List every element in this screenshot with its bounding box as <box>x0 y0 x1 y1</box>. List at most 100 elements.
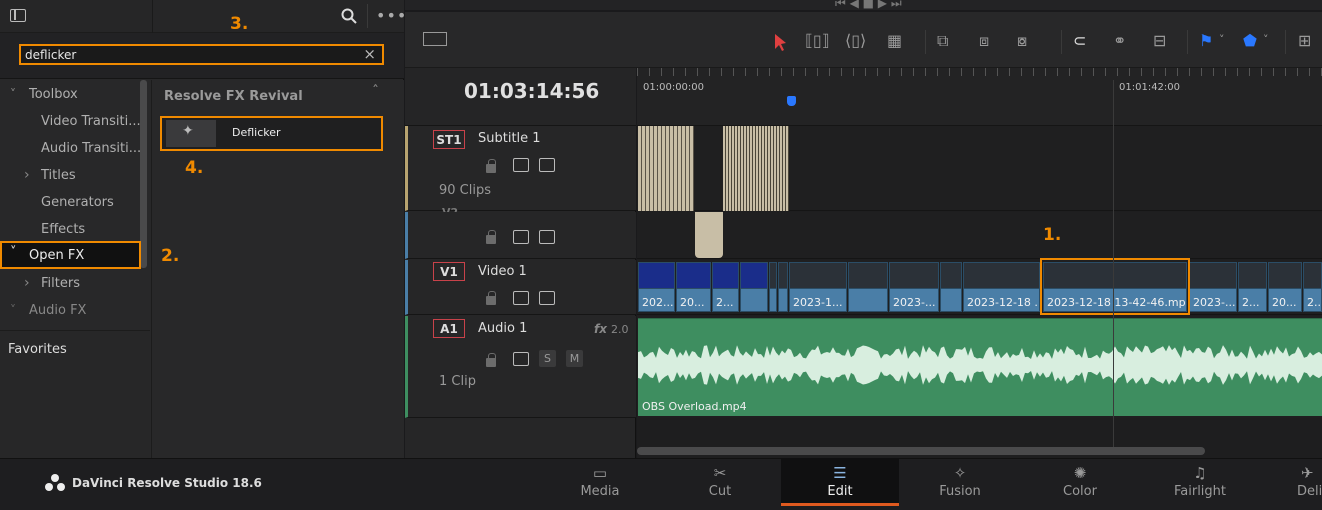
audio-fx-icon[interactable]: fx <box>594 322 607 336</box>
video-clip[interactable]: 2023-... <box>889 262 939 312</box>
video-clip[interactable]: 2023-12-18 ... <box>963 262 1040 312</box>
trim-edit-icon[interactable]: ⟦▯⟧ <box>805 31 830 50</box>
auto-track-select-icon[interactable] <box>513 352 529 366</box>
video-2-clip[interactable] <box>695 212 723 258</box>
transport-controls-icon[interactable]: ⏮ ◀ ■ ▶ ⏭ <box>835 0 902 11</box>
cut-page-icon: ✂ <box>713 464 727 482</box>
step-2-annotation: 2. <box>161 246 180 266</box>
video-clip[interactable]: 202... <box>638 262 675 312</box>
tree-item-titles[interactable]: › Titles <box>0 162 150 188</box>
edit-page-icon: ☰ <box>833 464 847 482</box>
video-clip[interactable]: 2... <box>712 262 739 312</box>
more-options-icon[interactable]: ••• <box>376 6 407 25</box>
chevron-down-icon: ˅ <box>10 87 16 101</box>
video-clip[interactable]: 2... <box>1303 262 1322 312</box>
audio-clip-label: OBS Overload.mp4 <box>642 400 747 413</box>
tree-item-open-fx[interactable]: ˅ Open FX <box>0 241 141 269</box>
fairlight-page-icon: ♫ <box>1193 464 1207 482</box>
lock-icon[interactable] <box>486 353 496 367</box>
track-badge[interactable]: ST1 <box>433 130 465 149</box>
video-clip[interactable] <box>778 262 788 312</box>
linked-selection-icon[interactable]: ⚭ <box>1113 31 1126 50</box>
insert-clip-icon[interactable]: ⧉ <box>937 31 948 51</box>
deflicker-effect-item[interactable]: ✦ Deflicker <box>160 116 383 151</box>
tree-item-filters[interactable]: › Filters <box>0 270 150 296</box>
overwrite-clip-icon[interactable]: ⧈ <box>979 31 989 51</box>
blade-edit-icon[interactable]: ▦ <box>887 31 902 50</box>
chevron-down-icon: ˅ <box>10 303 16 317</box>
timeline-ruler[interactable]: 01:00:00:00 01:01:42:00 <box>637 68 1322 126</box>
page-tab-media[interactable]: ▭ Media <box>541 458 659 506</box>
panel-toggle-icon[interactable] <box>10 9 26 22</box>
position-lock-icon[interactable]: ⊟ <box>1153 31 1166 50</box>
track-name[interactable]: Video 1 <box>478 264 527 279</box>
page-tab-deliver[interactable]: ✈ Deli <box>1261 458 1322 506</box>
lock-icon[interactable] <box>486 291 496 305</box>
timeline-gridline <box>1113 80 1114 450</box>
timeline-timecode[interactable]: 01:03:14:56 <box>464 79 599 103</box>
mute-button[interactable]: M <box>566 350 583 367</box>
track-name[interactable]: Subtitle 1 <box>478 131 541 146</box>
video-2-track-header: V2 <box>405 206 636 259</box>
page-tab-cut[interactable]: ✂ Cut <box>661 458 779 506</box>
subtitle-captions-icon[interactable] <box>539 158 555 172</box>
snapping-icon[interactable]: ⊂ <box>1073 31 1086 50</box>
video-clip[interactable]: 2023-... <box>1189 262 1237 312</box>
page-tab-fairlight[interactable]: ♫ Fairlight <box>1141 458 1259 506</box>
auto-track-select-icon[interactable] <box>513 230 529 244</box>
chevron-up-icon[interactable]: ˆ <box>372 84 379 100</box>
track-name[interactable]: Audio 1 <box>478 321 527 336</box>
step-1-annotation: 1. <box>1043 225 1062 245</box>
flag-dropdown-icon[interactable]: ˅ <box>1219 33 1225 46</box>
audio-waveform <box>638 345 1322 385</box>
marker-dropdown-icon[interactable]: ˅ <box>1263 33 1269 46</box>
auto-track-select-icon[interactable] <box>513 158 529 172</box>
solo-button[interactable]: S <box>539 350 556 367</box>
auto-track-select-icon[interactable] <box>513 291 529 305</box>
search-input[interactable] <box>21 46 382 63</box>
subtitle-clip-block[interactable] <box>638 126 694 211</box>
flag-icon[interactable]: ⚑ <box>1199 31 1213 50</box>
video-1-track-header: V1 Video 1 <box>405 260 636 315</box>
video-clip[interactable]: 20... <box>1268 262 1302 312</box>
lock-icon[interactable] <box>486 159 496 173</box>
tree-item-audio-fx[interactable]: ˅ Audio FX <box>0 297 150 323</box>
tree-item-toolbox[interactable]: ˅ Toolbox <box>0 81 150 107</box>
video-clip[interactable] <box>769 262 777 312</box>
disable-video-track-icon[interactable] <box>539 291 555 305</box>
page-tab-fusion[interactable]: ✧ Fusion <box>901 458 1019 506</box>
selection-pointer-icon[interactable] <box>774 33 788 51</box>
video-clip[interactable] <box>940 262 962 312</box>
tree-item-effects[interactable]: Effects <box>0 216 150 242</box>
timeline-toolbar: ⟦▯⟧ ⟨▯⟩ ▦ ⧉ ⧈ ⧇ ⊂ ⚭ ⊟ ⚑ ˅ ⬟ ˅ ⊞ <box>405 12 1322 68</box>
zoom-view-icon[interactable]: ⊞ <box>1298 31 1311 50</box>
track-badge[interactable]: V1 <box>433 262 465 281</box>
tree-item-generators[interactable]: Generators <box>0 189 150 215</box>
deliver-page-icon: ✈ <box>1301 464 1314 482</box>
dynamic-trim-icon[interactable]: ⟨▯⟩ <box>845 31 866 50</box>
subtitle-clip-block[interactable] <box>723 126 789 211</box>
tree-item-video-transitions[interactable]: Video Transiti... <box>0 108 150 134</box>
davinci-logo-icon <box>45 474 65 491</box>
video-clip[interactable] <box>848 262 888 312</box>
timeline-scrollbar[interactable] <box>637 447 1205 455</box>
tree-item-audio-transitions[interactable]: Audio Transiti... <box>0 135 150 161</box>
replace-clip-icon[interactable]: ⧇ <box>1017 31 1027 51</box>
disable-video-track-icon[interactable] <box>539 230 555 244</box>
page-tab-edit[interactable]: ☰ Edit <box>781 458 899 506</box>
lock-icon[interactable] <box>486 230 496 244</box>
video-clip[interactable]: 2023-1... <box>789 262 847 312</box>
clear-search-icon[interactable]: × <box>363 46 376 63</box>
video-clip[interactable]: 2... <box>1238 262 1267 312</box>
track-badge[interactable]: A1 <box>433 319 465 338</box>
timeline-view-options-icon[interactable] <box>423 32 447 46</box>
favorites-label[interactable]: Favorites <box>8 342 67 357</box>
marker-icon[interactable]: ⬟ <box>1243 31 1257 50</box>
track-badge[interactable]: V2 <box>442 206 458 212</box>
search-icon[interactable] <box>341 8 357 24</box>
video-clip[interactable] <box>740 262 768 312</box>
page-tab-color[interactable]: ✺ Color <box>1021 458 1139 506</box>
timeline-marker-icon[interactable] <box>787 96 796 106</box>
search-field[interactable]: × <box>19 44 384 65</box>
video-clip[interactable]: 20... <box>676 262 711 312</box>
